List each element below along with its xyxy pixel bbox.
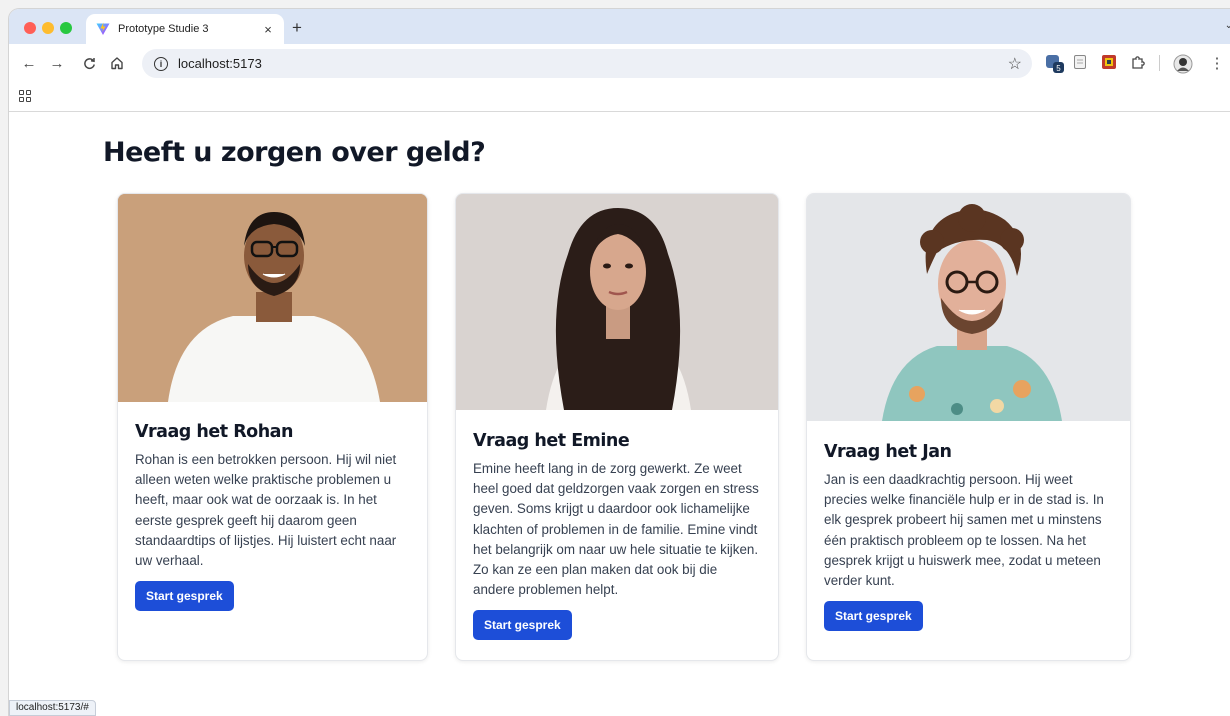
card-title: Vraag het Jan [824, 442, 952, 462]
reader-mode-icon[interactable] [1072, 54, 1090, 72]
tab-search-chevron-icon[interactable]: ⌄ [1225, 20, 1230, 31]
maximize-window-button[interactable] [60, 22, 72, 34]
home-icon[interactable] [108, 54, 126, 72]
advisor-card-rohan: Vraag het Rohan Rohan is een betrokken p… [117, 193, 428, 661]
minimize-window-button[interactable] [42, 22, 54, 34]
start-conversation-button[interactable]: Start gesprek [824, 601, 923, 632]
toolbar-divider [1159, 55, 1160, 71]
vite-logo-icon [96, 22, 110, 36]
extension-icon[interactable]: 5 [1045, 54, 1064, 73]
advisor-card-emine: Vraag het Emine Emine heeft lang in de z… [455, 193, 779, 661]
profile-avatar[interactable] [1173, 54, 1193, 74]
browser-window: Prototype Studie 3 × + ⌄ ← → i localhost… [9, 9, 1230, 716]
advisor-card-jan: Vraag het Jan Jan is een daadkrachtig pe… [806, 193, 1131, 661]
new-tab-button[interactable]: + [292, 18, 302, 38]
extensions-puzzle-icon[interactable] [1130, 54, 1148, 72]
address-bar[interactable]: i localhost:5173 ☆ [142, 49, 1032, 78]
menu-dots-icon[interactable]: ⋮ [1208, 54, 1226, 72]
advisor-photo [118, 194, 427, 402]
advisor-photo [456, 194, 778, 410]
tab-close-icon[interactable]: × [260, 22, 276, 37]
bookmarks-bar [9, 82, 1230, 112]
card-description: Jan is een daadkrachtig persoon. Hij wee… [824, 472, 1104, 589]
card-title: Vraag het Emine [473, 431, 630, 451]
back-icon[interactable]: ← [20, 54, 38, 72]
page-content: Heeft u zorgen over geld? Vraag het Roha… [9, 112, 1230, 716]
bookmark-star-icon[interactable]: ☆ [1008, 54, 1022, 74]
advisor-photo [807, 194, 1130, 421]
card-description: Emine heeft lang in de zorg gewerkt. Ze … [473, 461, 759, 598]
tab-strip: Prototype Studie 3 × + ⌄ [9, 9, 1230, 44]
start-conversation-button[interactable]: Start gesprek [135, 581, 234, 612]
forward-icon[interactable]: → [48, 54, 66, 72]
tab-title: Prototype Studie 3 [118, 23, 209, 35]
close-window-button[interactable] [24, 22, 36, 34]
image-extension-icon[interactable] [1101, 54, 1119, 72]
apps-grid-icon[interactable] [19, 90, 31, 102]
start-conversation-button[interactable]: Start gesprek [473, 610, 572, 641]
tab-prototype-studie[interactable]: Prototype Studie 3 × [86, 14, 284, 44]
card-description: Rohan is een betrokken persoon. Hij wil … [135, 452, 397, 569]
browser-toolbar: ← → i localhost:5173 ☆ 5 ⋮ [9, 44, 1230, 82]
status-bar-url: localhost:5173/# [9, 700, 96, 716]
page-title: Heeft u zorgen over geld? [103, 137, 486, 168]
extension-badge: 5 [1056, 64, 1061, 73]
card-title: Vraag het Rohan [135, 422, 293, 442]
site-info-icon[interactable]: i [154, 56, 168, 71]
url-text[interactable]: localhost:5173 [178, 56, 262, 71]
reload-icon[interactable] [80, 54, 98, 72]
